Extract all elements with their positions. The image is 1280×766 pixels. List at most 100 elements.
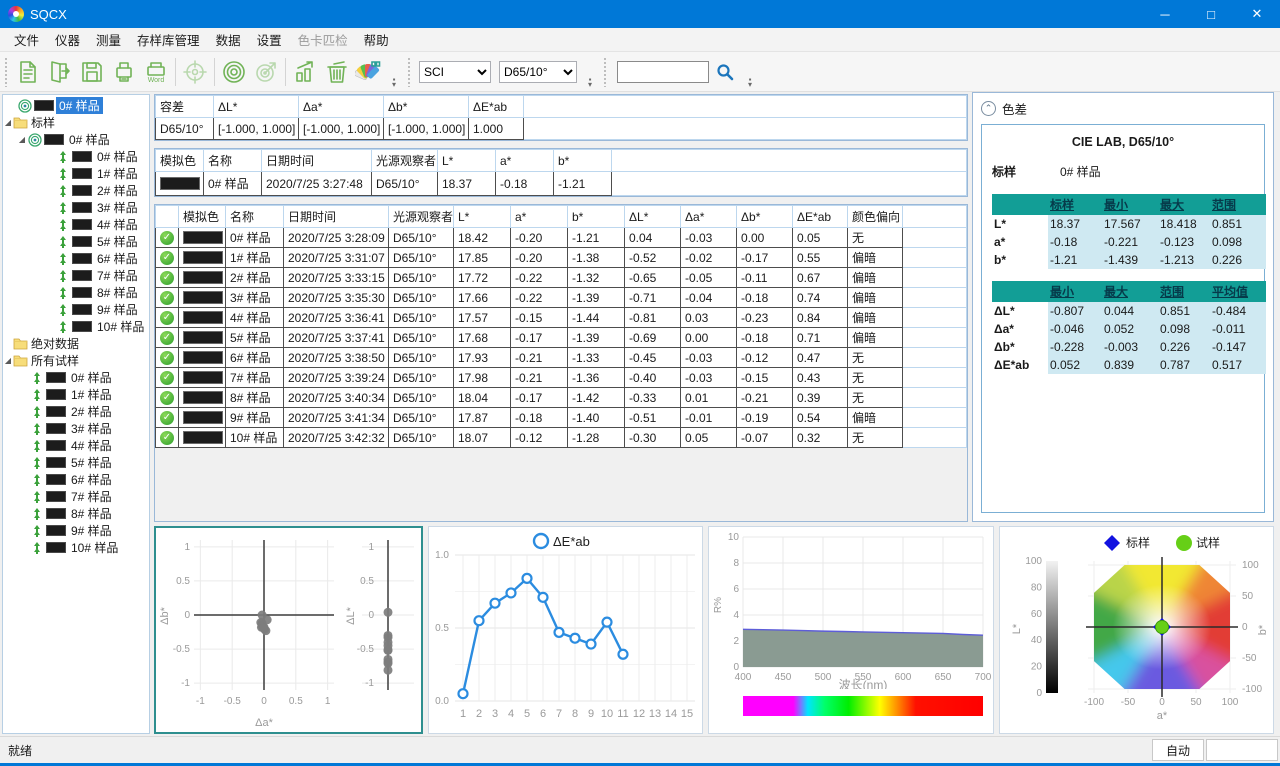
export-button[interactable] [44,56,76,88]
tree-folder-standard[interactable]: ◢标样 [3,114,149,131]
tree-standard-sample-9[interactable]: 9# 样品 [3,301,149,318]
samples-header-4[interactable]: 光源观察者 [389,206,454,228]
tree-all-sample-6[interactable]: 6# 样品 [3,471,149,488]
tree-all-sample-8[interactable]: 8# 样品 [3,505,149,522]
toolbar-overflow-icon[interactable]: ▪▾ [745,57,755,87]
delta-ab-scatter-chart[interactable]: -1-1-0.5-0.5000.50.511Δa*Δb*-1-0.500.51Δ… [154,526,423,734]
tree-all-sample-3[interactable]: 3# 样品 [3,420,149,437]
tolerance-header-3[interactable]: Δb* [384,96,469,118]
samples-header-3[interactable]: 日期时间 [284,206,389,228]
tree-standard-node[interactable]: ◢0# 样品 [3,131,149,148]
sample-row-10[interactable]: ✓10# 样品2020/7/25 3:42:32D65/10°18.07-0.1… [156,428,967,448]
sample-row-9[interactable]: ✓9# 样品2020/7/25 3:41:34D65/10°17.87-0.18… [156,408,967,428]
search-button[interactable] [709,56,741,88]
sample-row-7[interactable]: ✓7# 样品2020/7/25 3:39:24D65/10°17.98-0.21… [156,368,967,388]
tree-folder-absolute[interactable]: 绝对数据 [3,335,149,352]
minimize-button[interactable]: ─ [1142,0,1188,28]
chart-button[interactable] [289,56,321,88]
samples-header-11[interactable]: ΔE*ab [793,206,848,228]
sample-row-4[interactable]: ✓4# 样品2020/7/25 3:36:41D65/10°17.57-0.15… [156,308,967,328]
sample-row-3[interactable]: ✓3# 样品2020/7/25 3:35:30D65/10°17.66-0.22… [156,288,967,308]
spectral-reflectance-chart[interactable]: 0246810400450500550600650700R%波长(nm) [708,526,994,734]
save-button[interactable] [76,56,108,88]
target-measure-button[interactable] [250,56,282,88]
new-document-button[interactable] [12,56,44,88]
samples-header-2[interactable]: 名称 [226,206,284,228]
menu-item-5[interactable]: 数据 [208,27,249,52]
tree-standard-sample-5[interactable]: 5# 样品 [3,233,149,250]
tree-all-sample-5[interactable]: 5# 样品 [3,454,149,471]
menu-item-6[interactable]: 设置 [249,27,290,52]
samples-header-9[interactable]: Δa* [681,206,737,228]
delta-e-trend-chart[interactable]: ΔE*ab1234567891011121314150.00.51.0 [428,526,703,734]
toolbar-overflow-icon[interactable]: ▪▾ [585,57,595,87]
tolerance-header-0[interactable]: 容差 [156,96,214,118]
menu-item-1[interactable]: 文件 [6,27,47,52]
menu-item-3[interactable]: 测量 [88,27,129,52]
standard-header-2[interactable]: 日期时间 [262,150,372,172]
samples-header-8[interactable]: ΔL* [625,206,681,228]
tree-all-sample-7[interactable]: 7# 样品 [3,488,149,505]
tree-standard-sample-10[interactable]: 10# 样品 [3,318,149,335]
sample-row-6[interactable]: ✓6# 样品2020/7/25 3:38:50D65/10°17.93-0.21… [156,348,967,368]
delete-button[interactable] [321,56,353,88]
toolbar-overflow-icon[interactable]: ▪▾ [389,57,399,87]
standard-header-0[interactable]: 模拟色 [156,150,204,172]
tree-expand-icon[interactable]: ◢ [3,356,13,365]
tree-expand-icon[interactable]: ◢ [17,135,27,144]
tree-standard-sample-2[interactable]: 2# 样品 [3,182,149,199]
tree-standard-sample-0[interactable]: 0# 样品 [3,148,149,165]
lab-gamut-chart[interactable]: 标样试样100806040200L*100500-50-100-100-5005… [999,526,1274,734]
samples-header-10[interactable]: Δb* [737,206,793,228]
samples-header-1[interactable]: 模拟色 [179,206,226,228]
calibrate-button[interactable] [218,56,250,88]
status-extra-button[interactable] [1206,739,1278,761]
collapse-panel-icon[interactable]: ⌃ [981,101,996,116]
menu-item-8[interactable]: 帮助 [356,27,397,52]
close-button[interactable]: ✕ [1234,0,1280,28]
standard-header-5[interactable]: a* [496,150,554,172]
tree-all-sample-2[interactable]: 2# 样品 [3,403,149,420]
search-input[interactable] [617,61,709,83]
measure-mode-select[interactable]: SCI [419,61,491,83]
sample-row-1[interactable]: ✓1# 样品2020/7/25 3:31:07D65/10°17.85-0.20… [156,248,967,268]
sample-row-2[interactable]: ✓2# 样品2020/7/25 3:33:15D65/10°17.72-0.22… [156,268,967,288]
crosshair-button[interactable] [179,56,211,88]
tree-standard-sample-3[interactable]: 3# 样品 [3,199,149,216]
tree-all-sample-10[interactable]: 10# 样品 [3,539,149,556]
tree-standard-sample-8[interactable]: 8# 样品 [3,284,149,301]
tree-standard-sample-7[interactable]: 7# 样品 [3,267,149,284]
color-search-button[interactable] [353,56,385,88]
tree-all-sample-0[interactable]: 0# 样品 [3,369,149,386]
print-word-button[interactable]: Word [140,56,172,88]
menu-item-7[interactable]: 色卡匹检 [290,27,356,52]
illuminant-select[interactable]: D65/10° [499,61,577,83]
samples-header-7[interactable]: b* [568,206,625,228]
tree-folder-all[interactable]: ◢所有试样 [3,352,149,369]
standard-header-4[interactable]: L* [438,150,496,172]
auto-mode-button[interactable]: 自动 [1152,739,1204,761]
tree-all-sample-9[interactable]: 9# 样品 [3,522,149,539]
tree-standard-sample-6[interactable]: 6# 样品 [3,250,149,267]
sample-row-0[interactable]: ✓0# 样品2020/7/25 3:28:09D65/10°18.42-0.20… [156,228,967,248]
tolerance-header-4[interactable]: ΔE*ab [469,96,524,118]
sample-row-8[interactable]: ✓8# 样品2020/7/25 3:40:34D65/10°18.04-0.17… [156,388,967,408]
standard-header-1[interactable]: 名称 [204,150,262,172]
samples-header-0[interactable] [156,206,179,228]
tolerance-header-1[interactable]: ΔL* [214,96,299,118]
tree-standard-sample-1[interactable]: 1# 样品 [3,165,149,182]
samples-header-12[interactable]: 颜色偏向 [848,206,903,228]
tolerance-header-2[interactable]: Δa* [299,96,384,118]
tree-standard-sample-4[interactable]: 4# 样品 [3,216,149,233]
menu-item-4[interactable]: 存样库管理 [129,27,208,52]
tree-all-sample-1[interactable]: 1# 样品 [3,386,149,403]
maximize-button[interactable]: □ [1188,0,1234,28]
sample-row-5[interactable]: ✓5# 样品2020/7/25 3:37:41D65/10°17.68-0.17… [156,328,967,348]
menu-item-2[interactable]: 仪器 [47,27,88,52]
samples-header-5[interactable]: L* [454,206,511,228]
tree-expand-icon[interactable]: ◢ [3,118,13,127]
tree-current-standard[interactable]: 0# 样品 [3,97,149,114]
tree-all-sample-4[interactable]: 4# 样品 [3,437,149,454]
standard-header-3[interactable]: 光源观察者 [372,150,438,172]
samples-header-6[interactable]: a* [511,206,568,228]
